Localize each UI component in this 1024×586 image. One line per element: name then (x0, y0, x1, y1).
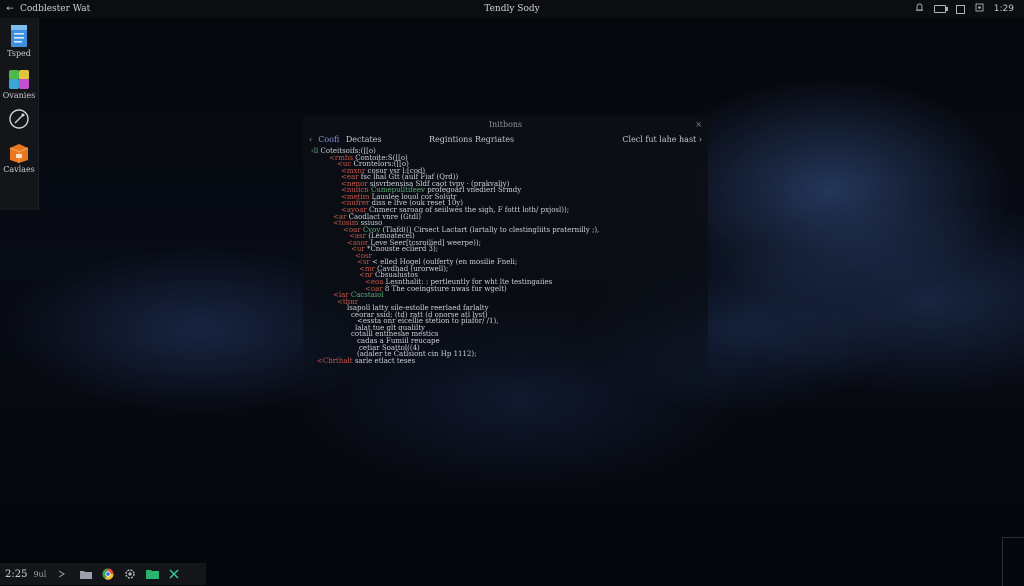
window-icon[interactable] (955, 4, 965, 14)
tab-left-a: Coofi (318, 135, 340, 144)
app-title: Codblester Wat (20, 4, 91, 14)
dock-label: Tsped (7, 49, 31, 58)
tab-left[interactable]: ‹ Coofi Dectates (309, 135, 382, 144)
top-bar: ← Codblester Wat Tendly Sody 1:29 (0, 0, 1024, 18)
gear-icon[interactable] (124, 568, 136, 580)
apps-icon (9, 70, 29, 89)
taskbar-time: 2:25 (5, 568, 28, 580)
code-line: <Cbrthalt sarle etlact teses (317, 357, 415, 365)
code-token: *Cnouste eclierd 3); (366, 245, 439, 254)
chevron-left-icon[interactable]: ‹ (309, 135, 312, 144)
taskbar-sub: 9ul (33, 569, 47, 579)
corner-widget[interactable] (1002, 537, 1024, 586)
system-tray: 1:29 (915, 0, 1014, 18)
arrow-icon[interactable] (58, 570, 66, 578)
tab-right[interactable]: Clecl fut lahe hast › (622, 135, 702, 144)
code-token: sarle etlact teses (354, 356, 416, 365)
dock-item-cavlaes[interactable]: Cavlaes (0, 142, 38, 174)
battery-icon[interactable] (933, 5, 948, 13)
code-token: ‹ll (311, 147, 321, 155)
clock[interactable]: 1:29 (994, 4, 1014, 14)
dock-label: Cavlaes (3, 165, 35, 174)
notification-icon[interactable] (915, 3, 924, 15)
app-dock: Tsped Ovanies Cavlaes (0, 18, 39, 210)
dock-item-compass[interactable] (0, 108, 38, 130)
compass-icon (9, 109, 29, 129)
terminal-tabs: ‹ Coofi Dectates Regintions Regriates Cle… (303, 133, 708, 147)
folder-icon[interactable] (80, 570, 93, 579)
tab-center[interactable]: Regintions Regriates (429, 135, 514, 144)
terminal-titlebar[interactable]: Initbons × (303, 117, 708, 133)
code-line: <oar 8 The coeingsture nwas fur wgelt) (365, 285, 507, 293)
code-token: <Cbrthalt (317, 356, 355, 365)
browser-icon[interactable] (102, 568, 114, 580)
dock-item-tsped[interactable]: Tsped (0, 24, 38, 58)
files-icon[interactable] (146, 569, 160, 579)
close-icon[interactable]: × (695, 117, 702, 133)
terminal-title: Initbons (488, 120, 523, 129)
window-title: Tendly Sody (484, 4, 540, 14)
terminal-window[interactable]: Initbons × ‹ Coofi Dectates Regintions Re… (303, 117, 708, 387)
settings-icon[interactable] (975, 3, 984, 15)
file-icon (11, 25, 27, 47)
code-token: (Tlafd(() Cirsect Lactart (lartally to c… (382, 225, 600, 234)
package-icon (9, 144, 29, 163)
close-x-icon[interactable] (169, 569, 179, 579)
back-arrow-icon[interactable]: ← (0, 4, 20, 14)
tab-left-b: Dectates (345, 135, 382, 144)
code-token: 8 The coeingsture nwas fur wgelt) (384, 284, 507, 293)
dock-item-ovanies[interactable]: Ovanies (0, 68, 38, 100)
taskbar: 2:25 9ul (0, 563, 206, 585)
dock-label: Ovanies (2, 91, 36, 100)
